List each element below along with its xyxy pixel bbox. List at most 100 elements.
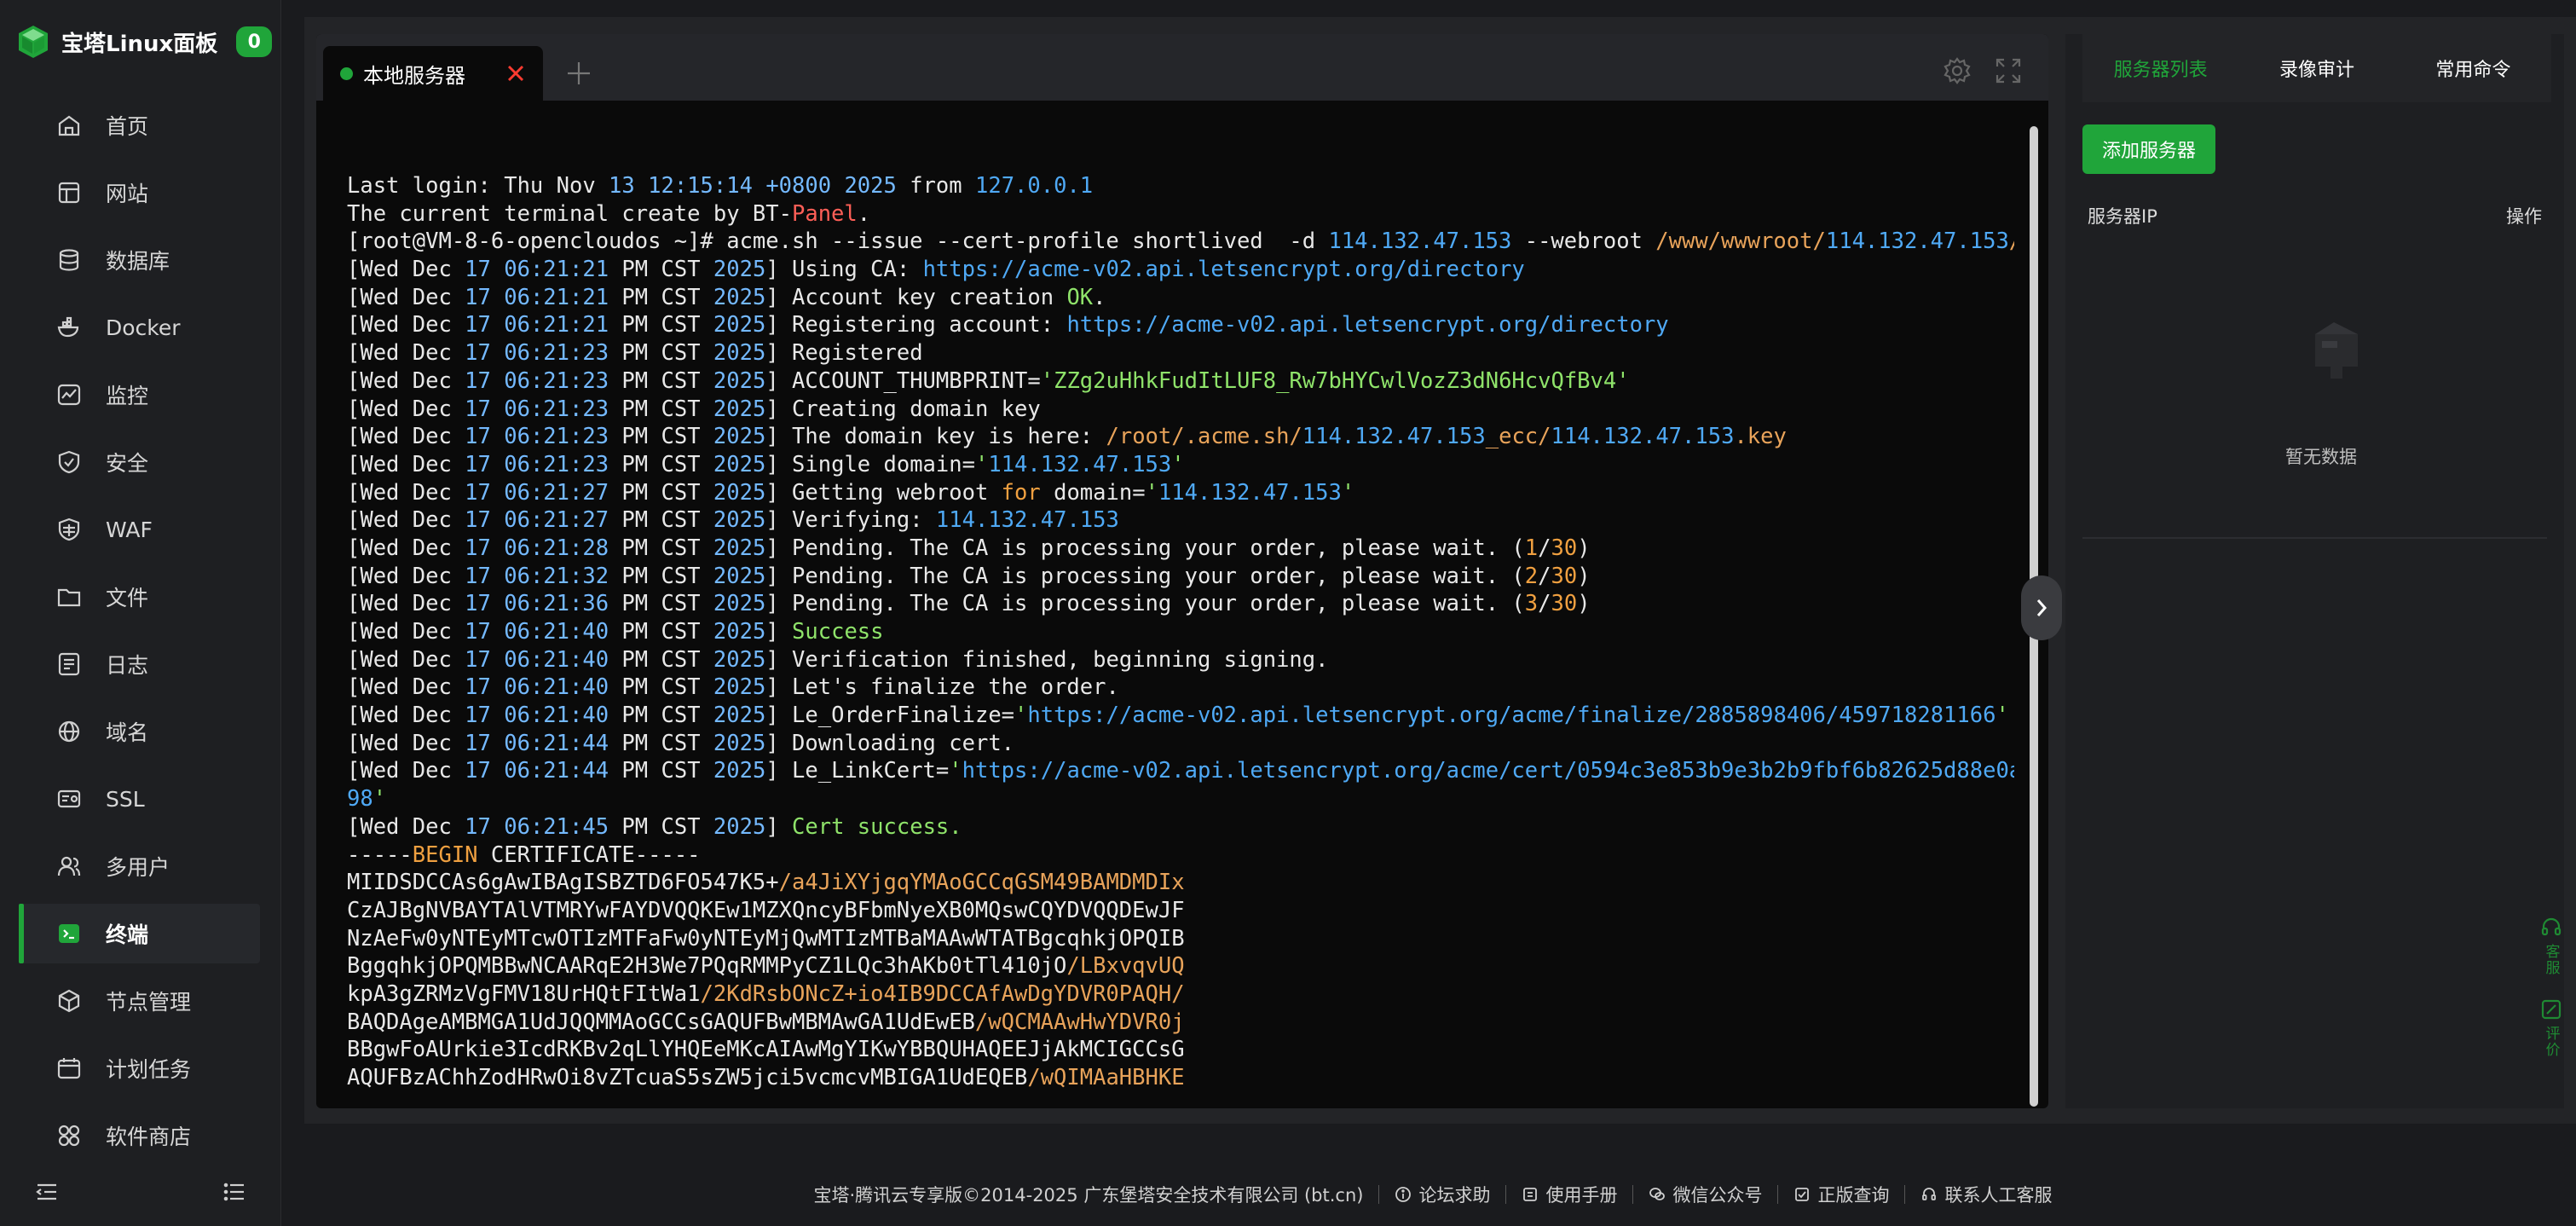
terminal-tabbar: 本地服务器 [316,34,2048,101]
sidebar-item-nodes[interactable]: 节点管理 [19,971,260,1031]
terminal-text: 114.132.47.153 [1328,228,1512,255]
sidebar-item-users[interactable]: 多用户 [19,836,260,896]
notification-badge[interactable]: 0 [236,26,273,57]
terminal-text: _ecc/ [1485,424,1551,450]
footer-verify-link[interactable]: 正版查询 [1793,1182,1889,1207]
terminal-text: [Wed Dec [347,284,465,310]
terminal-text: Panel [791,200,858,227]
review-button[interactable]: 评价 [2535,998,2567,1058]
sidebar-item-label: 数据库 [106,249,170,274]
terminal-text: ' [949,758,962,784]
terminal-text: ] Pending. The CA is processing your ord… [765,563,1525,589]
sidebar-item-waf[interactable]: WAF [19,500,260,559]
terminal-text: ' [1341,479,1355,506]
terminal-text: PM CST [609,730,713,756]
terminal-text: [Wed Dec [347,813,465,840]
sidebar-item-store[interactable]: 软件商店 [19,1106,260,1165]
terminal-text: 2025 [713,674,766,701]
floating-tools: 客服 评价 [2535,917,2567,1130]
sidebar-item-logs[interactable]: 日志 [19,634,260,694]
terminal-text: ] Using CA: [765,257,923,283]
sidebar-item-files[interactable]: 文件 [19,567,260,627]
footer-manual-link[interactable]: 使用手册 [1522,1182,1617,1207]
add-server-button[interactable]: 添加服务器 [2082,124,2215,174]
terminal-output[interactable]: Last login: Thu Nov 13 12:15:14 +0800 20… [347,172,2014,1091]
sidebar-item-monitor[interactable]: 监控 [19,365,260,425]
terminal-text: 06:21:40 [504,619,609,645]
terminal-line: MIIDSDCCAs6gAwIBAgISBZTD6FO547K5+/a4JiXY… [347,869,2014,897]
sidebar-item-home[interactable]: 首页 [19,95,260,155]
tab-recording-audit[interactable]: 录像审计 [2238,34,2394,102]
terminal-text: 2025 [713,813,766,840]
cube-icon [55,986,84,1015]
terminal-text: [Wed Dec [347,703,465,729]
terminal-text: ] Account key creation [765,284,1067,310]
terminal-text: 06:21:36 [504,591,609,617]
terminal-text: . [1093,284,1106,310]
bt-logo-icon [19,26,48,58]
footer-wechat-link[interactable]: 微信公众号 [1649,1182,1762,1207]
terminal-text: 114.132.47.153 [1551,424,1735,450]
terminal-text: 2025 [713,563,766,589]
terminal-text: PM CST [609,367,713,394]
terminal-text: 2025 [713,535,766,561]
sidebar-item-cron[interactable]: 计划任务 [19,1038,260,1098]
terminal-text: ] [765,813,793,840]
terminal-text: 30 [1551,591,1578,617]
terminal-text: from [896,173,975,199]
website-icon [55,178,84,207]
collapse-panel-button[interactable] [2021,575,2062,640]
terminal-text: 06:21:28 [504,535,609,561]
close-icon[interactable] [500,58,531,89]
tab-common-commands[interactable]: 常用命令 [2395,34,2551,102]
terminal-text: PM CST [609,340,713,367]
terminal-line: -----BEGIN CERTIFICATE----- [347,841,2014,870]
terminal-line: [root@VM-8-6-opencloudos ~]# acme.sh --i… [347,228,2014,256]
terminal-text: 17 [465,730,491,756]
fullscreen-icon[interactable] [1994,56,2023,85]
sidebar-item-database[interactable]: 数据库 [19,230,260,290]
brand[interactable]: 宝塔Linux面板 0 [19,22,273,61]
sidebar-item-terminal[interactable]: 终端 [19,904,260,963]
terminal-text: Success [792,619,884,645]
terminal-text: /www/wwwroot/ [1655,228,1826,255]
terminal-text: [Wed Dec [347,479,465,506]
terminal-text: 06:21:23 [504,451,609,477]
terminal-text: 06:21:23 [504,396,609,422]
terminal-text: 2025 [713,312,766,338]
terminal-line: AQUFBzAChhZodHRwOi8vZTcuaS5sZW5jci5vcmcv… [347,1064,2014,1091]
terminal-text: PM CST [609,451,713,477]
add-tab-icon[interactable] [563,58,594,89]
terminal-text: ] Registered [765,340,923,367]
terminal-line: [Wed Dec 17 06:21:27 PM CST 2025] Verify… [347,506,2014,535]
terminal-line: [Wed Dec 17 06:21:40 PM CST 2025] Let's … [347,674,2014,702]
tab-local-server[interactable]: 本地服务器 [323,46,543,101]
terminal-text: ] Pending. The CA is processing your ord… [765,535,1525,561]
terminal-text: ] Creating domain key [765,396,1041,422]
footer-support-link[interactable]: 联系人工客服 [1920,1182,2052,1207]
sidebar-item-domain[interactable]: 域名 [19,702,260,761]
terminal-text: / [2009,228,2014,254]
sidebar-item-website[interactable]: 网站 [19,163,260,223]
tab-server-list[interactable]: 服务器列表 [2082,34,2238,102]
footer-forum-link[interactable]: 论坛求助 [1395,1182,1490,1207]
info-icon [1395,1186,1412,1203]
server-table-header: 服务器IP 操作 [2082,194,2547,237]
terminal-text: 2025 [713,479,766,506]
terminal-line: [Wed Dec 17 06:21:40 PM CST 2025] Verifi… [347,646,2014,674]
customer-service-button[interactable]: 客服 [2535,917,2567,976]
sidebar-item-security[interactable]: 安全 [19,432,260,492]
terminal-text: 06:21:27 [504,507,609,534]
sidebar-item-docker[interactable]: Docker [19,298,260,357]
terminal-text: 2025 [713,507,766,534]
footer-separator [1777,1185,1779,1204]
terminal-line: [Wed Dec 17 06:21:21 PM CST 2025] Using … [347,256,2014,284]
terminal-text: 2025 [713,396,766,422]
terminal-text: 17 [465,396,491,422]
terminal-text: [root@VM-8-6-opencloudos ~]# acme.sh --i… [347,228,1329,255]
sidebar-item-ssl[interactable]: SSL [19,769,260,829]
gear-icon[interactable] [1943,56,1972,85]
